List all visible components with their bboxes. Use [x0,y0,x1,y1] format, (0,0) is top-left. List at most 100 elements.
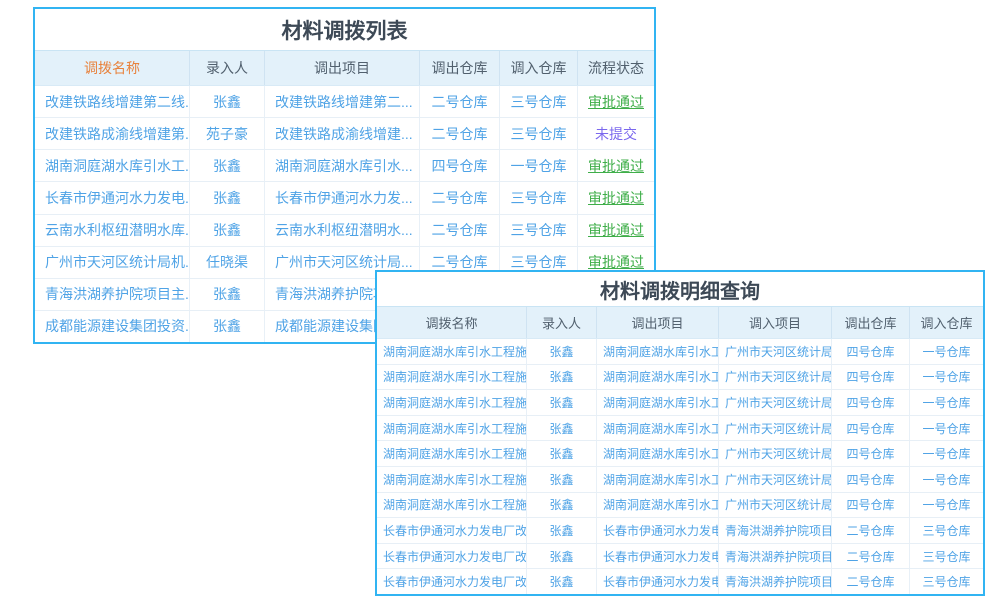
column-header: 调出项目 [597,307,719,338]
table-row[interactable]: 湖南洞庭湖水库引水工程施工张鑫湖南洞庭湖水库引水工程施广州市天河区统计局机四号仓… [377,493,983,519]
cell: 张鑫 [527,544,597,569]
cell: 长春市伊通河水力发电厂改建工 [377,544,527,569]
table-row[interactable]: 湖南洞庭湖水库引水工程施工张鑫湖南洞庭湖水库引水工程施广州市天河区统计局机四号仓… [377,339,983,365]
cell: 三号仓库 [500,118,578,149]
table-row[interactable]: 湖南洞庭湖水库引水工程施工张鑫湖南洞庭湖水库引水工程施广州市天河区统计局机四号仓… [377,467,983,493]
column-header: 调入仓库 [500,51,578,85]
cell: 一号仓库 [910,365,983,390]
cell: 四号仓库 [832,416,910,441]
column-header: 录入人 [190,51,265,85]
table-row[interactable]: 湖南洞庭湖水库引水工程施工张鑫湖南洞庭湖水库引水工程施广州市天河区统计局机四号仓… [377,441,983,467]
cell: 四号仓库 [420,150,500,181]
cell: 一号仓库 [910,467,983,492]
cell: 湖南洞庭湖水库引水工程施 [597,390,719,415]
table-row[interactable]: 湖南洞庭湖水库引水工程施工张鑫湖南洞庭湖水库引水工程施广州市天河区统计局机四号仓… [377,365,983,391]
cell: 湖南洞庭湖水库引水工程施工 [377,493,527,518]
cell: 张鑫 [527,493,597,518]
table-row[interactable]: 长春市伊通河水力发电厂改建工张鑫长春市伊通河水力发电厂青海洪湖养护院项目二号仓库… [377,518,983,544]
cell: 张鑫 [527,365,597,390]
cell: 四号仓库 [832,339,910,364]
cell: 湖南洞庭湖水库引水工程施 [597,441,719,466]
transfer-list-title: 材料调拨列表 [35,9,654,50]
cell: 张鑫 [527,390,597,415]
cell: 广州市天河区统计局机... [35,247,190,278]
cell: 湖南洞庭湖水库引水工... [35,150,190,181]
cell: 广州市天河区统计局机 [719,493,832,518]
cell: 三号仓库 [910,518,983,543]
cell: 改建铁路线增建第二... [265,86,420,117]
cell: 湖南洞庭湖水库引水工程施工 [377,467,527,492]
cell: 张鑫 [527,339,597,364]
status-link[interactable]: 审批通过 [578,150,654,181]
cell: 湖南洞庭湖水库引水工程施工 [377,441,527,466]
cell: 四号仓库 [832,390,910,415]
column-header: 调拨名称 [35,51,190,85]
cell: 湖南洞庭湖水库引水工程施工 [377,416,527,441]
table-row[interactable]: 改建铁路成渝线增建第...苑子豪改建铁路成渝线增建...二号仓库三号仓库未提交 [35,118,654,150]
cell: 青海洪湖养护院项目 [719,518,832,543]
cell: 张鑫 [190,279,265,310]
cell: 长春市伊通河水力发电厂改建工 [377,569,527,594]
cell: 张鑫 [190,86,265,117]
column-header: 流程状态 [578,51,654,85]
cell: 一号仓库 [910,493,983,518]
column-header: 调拨名称 [377,307,527,338]
cell: 张鑫 [190,150,265,181]
table-row[interactable]: 湖南洞庭湖水库引水工程施工张鑫湖南洞庭湖水库引水工程施广州市天河区统计局机四号仓… [377,416,983,442]
transfer-detail-body: 湖南洞庭湖水库引水工程施工张鑫湖南洞庭湖水库引水工程施广州市天河区统计局机四号仓… [377,339,983,594]
cell: 二号仓库 [420,182,500,213]
cell: 湖南洞庭湖水库引水工程施 [597,339,719,364]
material-transfer-detail-window: 材料调拨明细查询 调拨名称录入人调出项目调入项目调出仓库调入仓库 湖南洞庭湖水库… [375,270,985,596]
cell: 三号仓库 [500,182,578,213]
cell: 三号仓库 [910,544,983,569]
cell: 张鑫 [527,569,597,594]
cell: 湖南洞庭湖水库引水工程施 [597,467,719,492]
cell: 改建铁路线增建第二线... [35,86,190,117]
cell: 三号仓库 [500,86,578,117]
status-link[interactable]: 审批通过 [578,182,654,213]
transfer-list-header-row: 调拨名称录入人调出项目调出仓库调入仓库流程状态 [35,50,654,86]
cell: 四号仓库 [832,365,910,390]
table-row[interactable]: 长春市伊通河水力发电...张鑫长春市伊通河水力发...二号仓库三号仓库审批通过 [35,182,654,214]
column-header: 调出项目 [265,51,420,85]
cell: 广州市天河区统计局机 [719,339,832,364]
cell: 四号仓库 [832,467,910,492]
cell: 改建铁路成渝线增建第... [35,118,190,149]
cell: 长春市伊通河水力发电厂 [597,569,719,594]
cell: 长春市伊通河水力发... [265,182,420,213]
cell: 一号仓库 [910,416,983,441]
column-header: 调出仓库 [832,307,910,338]
cell: 二号仓库 [832,518,910,543]
cell: 广州市天河区统计局机 [719,416,832,441]
cell: 湖南洞庭湖水库引水工程施工 [377,339,527,364]
cell: 长春市伊通河水力发电厂 [597,518,719,543]
table-row[interactable]: 改建铁路线增建第二线...张鑫改建铁路线增建第二...二号仓库三号仓库审批通过 [35,86,654,118]
cell: 青海洪湖养护院项目主... [35,279,190,310]
transfer-detail-header-row: 调拨名称录入人调出项目调入项目调出仓库调入仓库 [377,306,983,339]
cell: 张鑫 [527,416,597,441]
table-row[interactable]: 湖南洞庭湖水库引水工...张鑫湖南洞庭湖水库引水...四号仓库一号仓库审批通过 [35,150,654,182]
cell: 云南水利枢纽潜明水库... [35,215,190,246]
table-row[interactable]: 云南水利枢纽潜明水库...张鑫云南水利枢纽潜明水...二号仓库三号仓库审批通过 [35,215,654,247]
cell: 青海洪湖养护院项目 [719,544,832,569]
cell: 湖南洞庭湖水库引水工程施工 [377,365,527,390]
cell: 一号仓库 [910,441,983,466]
table-row[interactable]: 湖南洞庭湖水库引水工程施工张鑫湖南洞庭湖水库引水工程施广州市天河区统计局机四号仓… [377,390,983,416]
cell: 四号仓库 [832,493,910,518]
transfer-detail-title: 材料调拨明细查询 [377,272,983,306]
column-header: 录入人 [527,307,597,338]
cell: 二号仓库 [420,118,500,149]
cell: 四号仓库 [832,441,910,466]
cell: 长春市伊通河水力发电厂改建工 [377,518,527,543]
cell: 云南水利枢纽潜明水... [265,215,420,246]
cell: 青海洪湖养护院项目 [719,569,832,594]
table-row[interactable]: 长春市伊通河水力发电厂改建工张鑫长春市伊通河水力发电厂青海洪湖养护院项目二号仓库… [377,544,983,570]
cell: 二号仓库 [832,544,910,569]
status-link[interactable]: 审批通过 [578,86,654,117]
status-link[interactable]: 审批通过 [578,215,654,246]
cell: 广州市天河区统计局机 [719,441,832,466]
cell: 三号仓库 [500,215,578,246]
cell: 张鑫 [527,441,597,466]
table-row[interactable]: 长春市伊通河水力发电厂改建工张鑫长春市伊通河水力发电厂青海洪湖养护院项目二号仓库… [377,569,983,594]
cell: 改建铁路成渝线增建... [265,118,420,149]
